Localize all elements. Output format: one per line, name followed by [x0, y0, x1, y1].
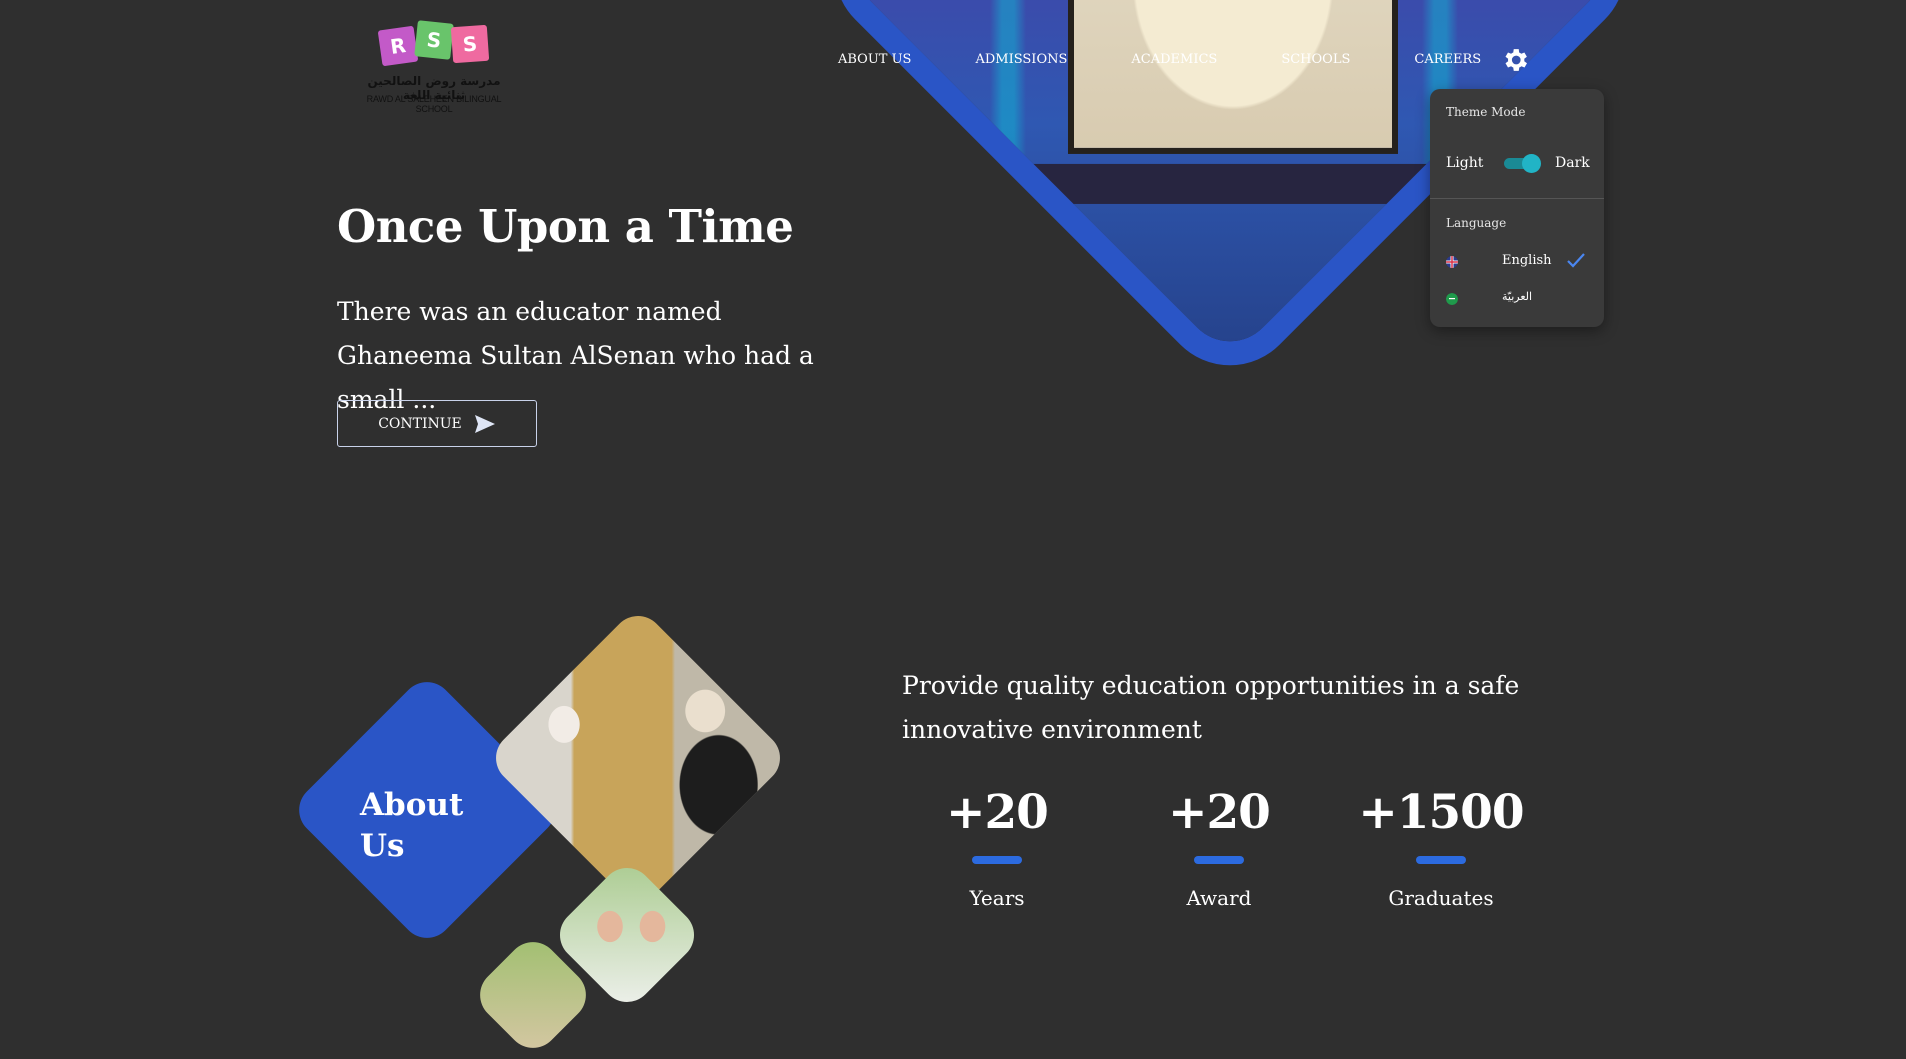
hero-title: Once Upon a Time — [337, 200, 794, 253]
collage-photo-teacher — [485, 605, 791, 911]
stat-graduates: +1500 Graduates — [1341, 785, 1541, 910]
stat-label: Award — [1186, 886, 1252, 910]
language-option-english[interactable]: English — [1430, 247, 1604, 277]
language-title: Language — [1446, 216, 1507, 230]
stat-value: +1500 — [1358, 785, 1524, 840]
stat-bar — [1194, 856, 1244, 864]
about-title-line1: About — [360, 787, 464, 823]
check-icon — [1567, 253, 1585, 268]
about-us-title: About Us — [360, 785, 463, 867]
theme-toggle[interactable] — [1502, 153, 1541, 173]
nav-item-schools[interactable]: SCHOOLS — [1281, 52, 1350, 67]
mission-statement: Provide quality education opportunities … — [902, 671, 1520, 744]
stat-label: Years — [969, 886, 1025, 910]
logo-tile-s: S — [450, 24, 490, 64]
logo-tiles: R S S — [377, 16, 490, 68]
logo-tile-r: R — [377, 25, 419, 67]
nav-item-admissions[interactable]: ADMISSIONS — [975, 52, 1067, 67]
light-label: Light — [1446, 155, 1484, 171]
theme-mode-title: Theme Mode — [1446, 105, 1526, 119]
hero-portrait — [1068, 0, 1398, 154]
stat-value: +20 — [1168, 785, 1271, 840]
stat-award: +20 Award — [1119, 785, 1319, 910]
gear-icon[interactable] — [1500, 45, 1530, 75]
hero-media-frame — [0, 0, 1906, 600]
popover-divider — [1430, 198, 1604, 199]
stat-years: +20 Years — [897, 785, 1097, 910]
uk-flag-icon — [1446, 256, 1458, 268]
dark-label: Dark — [1555, 155, 1590, 171]
settings-popover: Theme Mode Light Dark Language English ا… — [1430, 89, 1604, 327]
main-nav: ABOUT US ADMISSIONS ACADEMICS SCHOOLS CA… — [838, 52, 1481, 67]
send-icon — [474, 414, 495, 433]
hero-news-ticker — [990, 163, 1470, 204]
stat-bar — [1416, 856, 1466, 864]
continue-label: CONTINUE — [378, 415, 462, 432]
nav-item-academics[interactable]: ACADEMICS — [1131, 52, 1217, 67]
about-title-line2: Us — [360, 828, 405, 864]
school-logo[interactable]: R S S مدرسة روض الصالحين ثنائية اللغة RA… — [352, 14, 516, 114]
toggle-knob — [1522, 154, 1541, 173]
saudi-flag-icon — [1446, 293, 1458, 305]
nav-item-about-us[interactable]: ABOUT US — [838, 52, 911, 67]
stat-value: +20 — [946, 785, 1049, 840]
nav-item-careers[interactable]: CAREERS — [1414, 52, 1481, 67]
language-label: العربيّة — [1502, 290, 1533, 303]
logo-english-name: RAWD AL SALEHEEN BILINGUAL SCHOOL — [366, 94, 502, 114]
stat-label: Graduates — [1388, 886, 1494, 910]
language-label: English — [1502, 253, 1552, 268]
logo-tile-s: S — [414, 20, 454, 60]
language-option-arabic[interactable]: العربيّة — [1430, 284, 1604, 314]
stat-bar — [972, 856, 1022, 864]
continue-button[interactable]: CONTINUE — [337, 400, 537, 447]
